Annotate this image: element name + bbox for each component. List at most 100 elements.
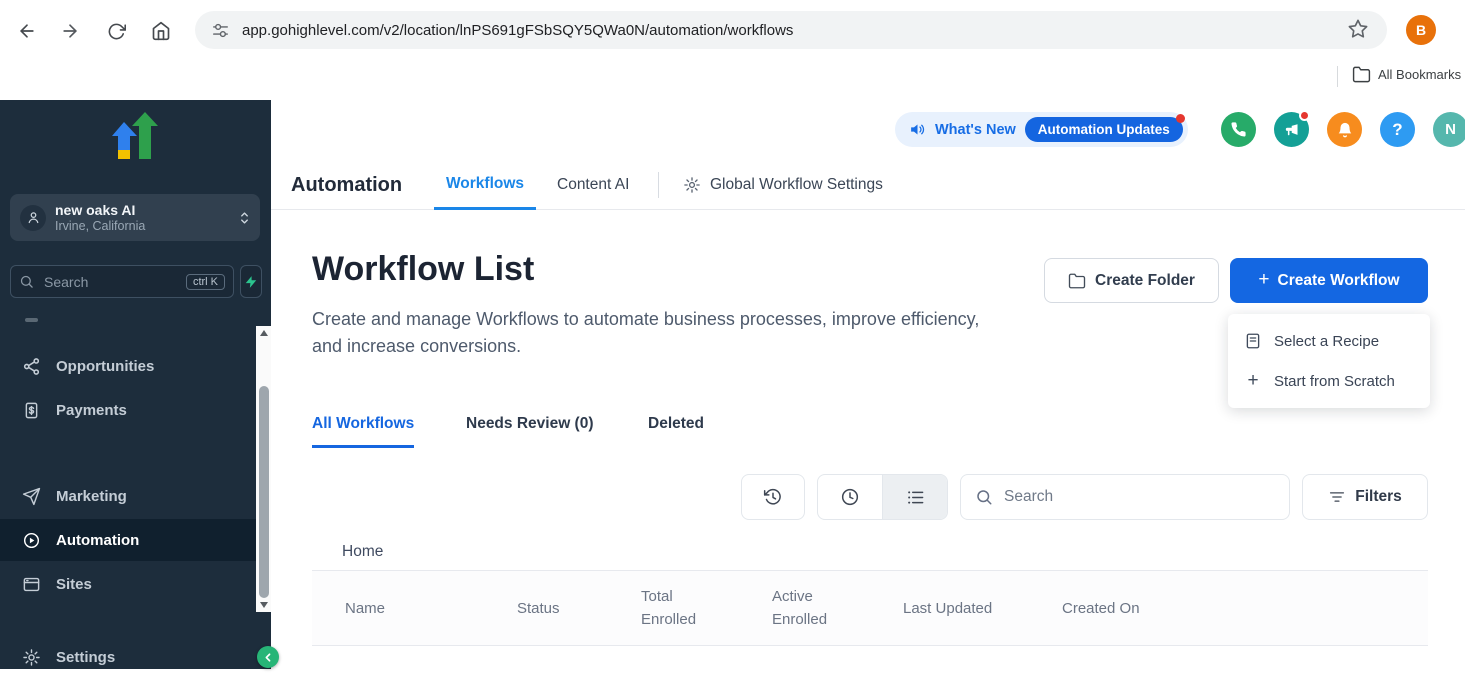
menu-item-select-recipe[interactable]: Select a Recipe [1228,321,1430,361]
sidebar-item-automation[interactable]: Automation [0,519,271,561]
browser-home-button[interactable] [146,16,176,46]
scrollbar-down-arrow[interactable] [260,602,268,608]
bookmarks-divider [1337,66,1338,87]
browser-profile-avatar[interactable]: B [1406,15,1436,45]
scrolled-nav-item-fragment [25,318,38,322]
plus-icon: + [1244,372,1262,390]
header-divider [658,172,659,198]
sidebar-collapse-button[interactable] [257,646,279,668]
history-icon [763,487,783,507]
view-toggle-group [817,474,948,520]
location-city: Irvine, California [55,219,239,234]
column-header-last-updated: Last Updated [903,600,1062,617]
create-workflow-button[interactable]: + Create Workflow [1230,258,1428,303]
menu-item-start-from-scratch[interactable]: + Start from Scratch [1228,361,1430,401]
list-view-button[interactable] [882,475,947,519]
tab-deleted[interactable]: Deleted [648,415,704,433]
sidebar-search-input[interactable] [42,273,186,291]
all-bookmarks-button[interactable]: All Bookmarks [1352,65,1462,84]
settings-gear-icon [22,648,41,667]
column-header-active-enrolled: Active Enrolled [772,585,903,631]
create-folder-label: Create Folder [1095,272,1195,290]
browser-back-button[interactable] [12,16,42,46]
plus-icon: + [1258,269,1269,291]
star-icon [1347,18,1369,40]
global-workflow-settings-label: Global Workflow Settings [710,176,883,194]
filter-icon [1328,488,1346,506]
main-content: What's New Automation Updates ? N Automa… [271,100,1465,669]
notifications-button[interactable] [1327,112,1362,147]
whats-new-pill[interactable]: What's New Automation Updates [895,112,1188,147]
user-initial: N [1445,121,1456,138]
page-title: Automation [291,160,402,210]
clock-view-button[interactable] [818,475,882,519]
global-workflow-settings-link[interactable]: Global Workflow Settings [683,160,883,210]
workflow-list-description: Create and manage Workflows to automate … [312,306,1012,360]
browser-reload-button[interactable] [101,16,131,46]
breadcrumb-home[interactable]: Home [342,543,383,561]
lightning-bolt-icon [244,275,258,289]
workflow-table: Name Status Total Enrolled Active Enroll… [312,570,1428,646]
location-chevrons [239,209,250,227]
profile-initial: B [1416,22,1426,38]
chevron-left-icon [262,651,275,664]
sidebar: new oaks AI Irvine, California ctrl K Op… [0,100,271,669]
recipe-icon [1244,332,1262,350]
arrow-right-icon [60,21,80,41]
address-bar[interactable]: app.gohighlevel.com/v2/location/lnPS691g… [195,11,1387,49]
highlevel-logo[interactable] [111,112,159,162]
folder-icon [1068,272,1086,290]
tab-workflows[interactable]: Workflows [434,160,536,210]
sidebar-scrollbar[interactable] [256,326,271,612]
sidebar-item-label: Opportunities [56,358,154,375]
sidebar-item-settings[interactable]: Settings [0,636,255,678]
help-button[interactable]: ? [1380,112,1415,147]
phone-button[interactable] [1221,112,1256,147]
menu-item-label: Select a Recipe [1274,333,1379,350]
browser-forward-button[interactable] [55,16,85,46]
phone-icon [1230,121,1247,138]
sidebar-item-label: Payments [56,402,127,419]
whats-new-label: What's New [935,122,1016,138]
sidebar-item-opportunities[interactable]: Opportunities [0,345,255,387]
url-text: app.gohighlevel.com/v2/location/lnPS691g… [242,22,793,39]
scrollbar-up-arrow[interactable] [260,330,268,336]
sidebar-item-sites[interactable]: Sites [0,563,255,605]
workflow-search[interactable] [960,474,1290,520]
browser-chrome: app.gohighlevel.com/v2/location/lnPS691g… [0,0,1465,100]
announcements-button[interactable] [1274,112,1309,147]
reload-icon [107,22,126,41]
create-folder-button[interactable]: Create Folder [1044,258,1219,303]
gear-icon [683,176,701,194]
automation-header: Automation Workflows Content AI Global W… [271,160,1465,210]
bookmark-star-button[interactable] [1347,18,1369,40]
execution-logs-button[interactable] [741,474,805,520]
sidebar-item-label: Automation [56,532,139,549]
location-name: new oaks AI [55,202,239,219]
user-avatar[interactable]: N [1433,112,1465,147]
folder-icon [1352,65,1371,84]
automation-updates-label: Automation Updates [1038,122,1170,137]
location-avatar [20,205,46,231]
tab-content-ai[interactable]: Content AI [557,160,629,210]
column-header-created-on: Created On [1062,600,1428,617]
workflow-search-input[interactable] [1002,487,1275,507]
automation-updates-badge[interactable]: Automation Updates [1025,117,1183,142]
shortcut-badge: ctrl K [186,274,225,290]
tab-all-workflows[interactable]: All Workflows [312,415,414,448]
sidebar-item-label: Settings [56,649,115,666]
tab-needs-review[interactable]: Needs Review (0) [466,415,594,433]
filters-button[interactable]: Filters [1302,474,1428,520]
sidebar-item-payments[interactable]: Payments [0,389,255,431]
quick-actions-button[interactable] [240,265,262,298]
scrollbar-thumb[interactable] [259,386,269,598]
column-header-name: Name [345,600,517,617]
location-switcher[interactable]: new oaks AI Irvine, California [10,194,260,241]
location-texts: new oaks AI Irvine, California [55,202,239,234]
sidebar-search[interactable]: ctrl K [10,265,234,298]
sidebar-item-marketing[interactable]: Marketing [0,475,255,517]
announcement-icon [909,121,926,138]
create-workflow-label: Create Workflow [1278,272,1400,290]
chevron-down-icon [239,216,250,227]
table-header-row: Name Status Total Enrolled Active Enroll… [312,571,1428,646]
